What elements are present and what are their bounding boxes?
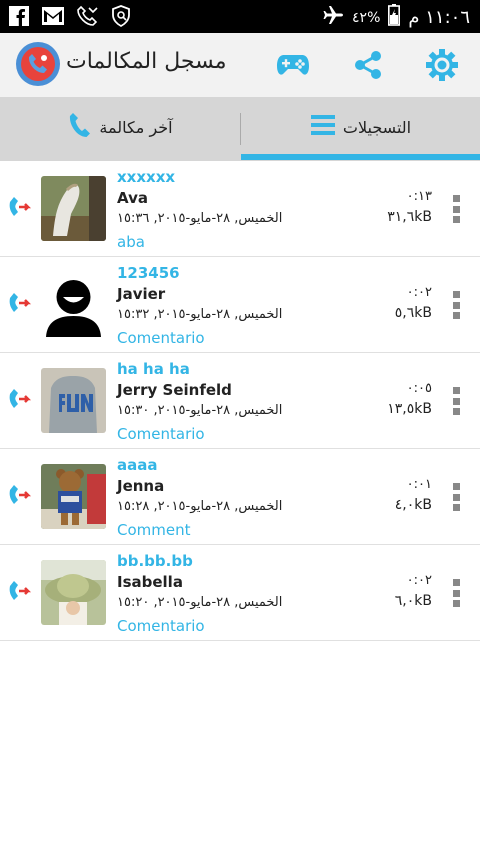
- tab-recordings[interactable]: التسجيلات: [241, 97, 480, 157]
- default-person-avatar: [41, 272, 106, 337]
- clock: ١١:٠٦ م: [408, 7, 470, 28]
- recording-comment: Comentario: [117, 425, 205, 443]
- recording-size: ٦,٠kB: [394, 593, 432, 609]
- tab-bar: آخر مكالمة التسجيلات: [0, 97, 480, 161]
- recording-tag: aaaa: [117, 456, 158, 474]
- overflow-menu-icon[interactable]: [453, 291, 461, 319]
- recording-comment: aba: [117, 233, 145, 251]
- recording-size: ١٣,٥kB: [387, 401, 432, 417]
- facebook-icon: [8, 5, 30, 27]
- app-title: مسجل المكالمات: [66, 49, 227, 74]
- recording-comment: Comentario: [117, 329, 205, 347]
- recording-row[interactable]: xxxxxx Ava الخميس, ٢٨-مايو-٢٠١٥, ١٥:٣٦ a…: [0, 161, 480, 257]
- tab-label: آخر مكالمة: [99, 117, 173, 137]
- contact-name: Jerry Seinfeld: [117, 381, 232, 399]
- contact-name: Javier: [117, 285, 166, 303]
- recording-tag: xxxxxx: [117, 168, 176, 186]
- selected-tab-indicator: [241, 154, 480, 160]
- recording-duration: ٠:١٣: [406, 189, 432, 204]
- recording-tag: ha ha ha: [117, 360, 190, 378]
- action-bar: مسجل المكالمات: [0, 33, 480, 97]
- sun-hat-photo: [41, 560, 106, 625]
- recording-comment: Comentario: [117, 617, 205, 635]
- recording-size: ٣١,٦kB: [387, 209, 432, 225]
- recording-size: ٥,٦kB: [394, 305, 432, 321]
- contact-name: Jenna: [117, 477, 165, 495]
- gmail-icon: [42, 5, 64, 27]
- vpn-shield-icon: [110, 5, 132, 27]
- recording-row[interactable]: ha ha ha Jerry Seinfeld الخميس, ٢٨-مايو-…: [0, 353, 480, 449]
- recordings-list: xxxxxx Ava الخميس, ٢٨-مايو-٢٠١٥, ١٥:٣٦ a…: [0, 161, 480, 641]
- recording-tag: bb.bb.bb: [117, 552, 193, 570]
- overflow-menu-icon[interactable]: [453, 483, 461, 511]
- overflow-menu-icon[interactable]: [453, 195, 461, 223]
- outgoing-call-icon: [6, 290, 34, 318]
- status-right: ٤٢% ١١:٠٦ م: [322, 4, 470, 31]
- recording-duration: ٠:٠١: [406, 477, 432, 492]
- recording-row[interactable]: bb.bb.bb Isabella الخميس, ٢٨-مايو-٢٠١٥, …: [0, 545, 480, 641]
- horse-photo: [41, 176, 106, 241]
- airplane-icon: [322, 4, 344, 31]
- app-logo-icon: [16, 42, 60, 86]
- contact-name: Ava: [117, 189, 148, 207]
- recording-row[interactable]: aaaa Jenna الخميس, ٢٨-مايو-٢٠١٥, ١٥:٢٨ C…: [0, 449, 480, 545]
- status-bar: ٤٢% ١١:٠٦ م: [0, 0, 480, 33]
- recording-date: الخميس, ٢٨-مايو-٢٠١٥, ١٥:٢٨: [117, 499, 283, 514]
- list-icon: [310, 114, 335, 140]
- teddy-bear-photo: [41, 464, 106, 529]
- fun-shirt-photo: [41, 368, 106, 433]
- gamepad-icon[interactable]: [275, 47, 311, 83]
- recording-row[interactable]: 123456 Javier الخميس, ٢٨-مايو-٢٠١٥, ١٥:٣…: [0, 257, 480, 353]
- recording-date: الخميس, ٢٨-مايو-٢٠١٥, ١٥:٣٦: [117, 211, 283, 226]
- outgoing-call-icon: [6, 194, 34, 222]
- phone-icon: [67, 111, 91, 143]
- recording-comment: Comment: [117, 521, 191, 539]
- recording-duration: ٠:٠٢: [406, 285, 432, 300]
- recording-duration: ٠:٠٢: [406, 573, 432, 588]
- recording-date: الخميس, ٢٨-مايو-٢٠١٥, ١٥:٢٠: [117, 595, 283, 610]
- recording-size: ٤,٠kB: [394, 497, 432, 513]
- notification-icons: [8, 5, 132, 27]
- tab-label: التسجيلات: [342, 117, 412, 137]
- outgoing-call-icon: [6, 578, 34, 606]
- recording-date: الخميس, ٢٨-مايو-٢٠١٥, ١٥:٣٢: [117, 307, 283, 322]
- overflow-menu-icon[interactable]: [453, 579, 461, 607]
- recording-tag: 123456: [117, 264, 180, 282]
- outgoing-call-icon: [6, 482, 34, 510]
- share-icon[interactable]: [350, 47, 386, 83]
- settings-icon[interactable]: [424, 47, 460, 83]
- missed-call-icon: [76, 5, 98, 27]
- battery-percent: ٤٢%: [352, 9, 381, 26]
- contact-name: Isabella: [117, 573, 183, 591]
- recording-date: الخميس, ٢٨-مايو-٢٠١٥, ١٥:٣٠: [117, 403, 283, 418]
- recording-duration: ٠:٠٥: [406, 381, 432, 396]
- overflow-menu-icon[interactable]: [453, 387, 461, 415]
- battery-icon: [388, 4, 401, 31]
- tab-last-call[interactable]: آخر مكالمة: [0, 97, 240, 157]
- outgoing-call-icon: [6, 386, 34, 414]
